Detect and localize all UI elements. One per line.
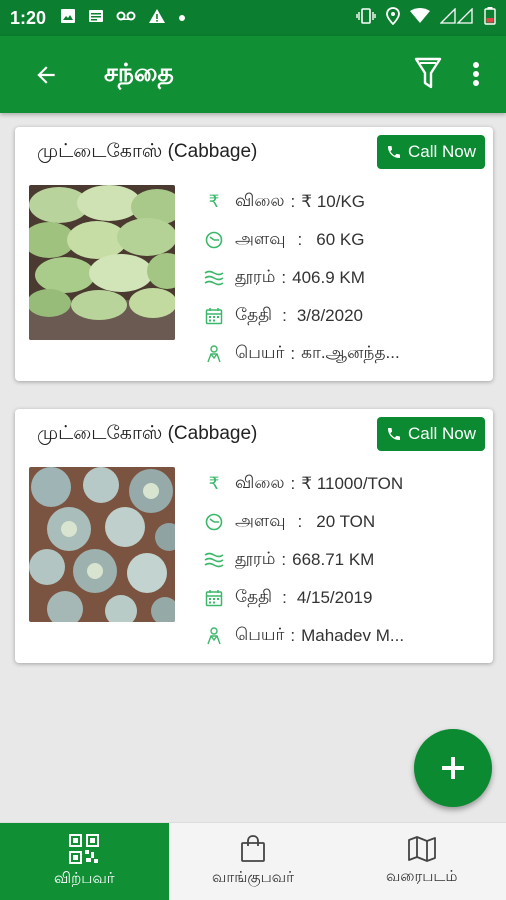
- news-icon: [88, 8, 104, 29]
- calendar-icon: [201, 589, 227, 607]
- plus-icon: [442, 757, 464, 779]
- filter-icon: [414, 57, 442, 89]
- arrow-back-icon: [37, 65, 55, 84]
- date-row: தேதி : 3/8/2020: [201, 297, 400, 335]
- quantity-value: 60 KG: [316, 230, 365, 249]
- filter-button[interactable]: [410, 54, 446, 94]
- location-icon: [386, 7, 400, 29]
- waves-icon: [201, 270, 227, 286]
- distance-label: தூரம்: [235, 267, 276, 286]
- back-button[interactable]: [16, 45, 76, 105]
- calendar-icon: [201, 307, 227, 325]
- shopping-bag-icon: [241, 835, 265, 862]
- call-now-label: Call Now: [407, 142, 477, 161]
- product-image: [29, 185, 175, 340]
- call-now-label: Call Now: [407, 424, 477, 443]
- nav-item-seller[interactable]: விற்பவர்: [0, 823, 169, 900]
- signal-icon: [439, 7, 474, 28]
- distance-row: தூரம் : 406.9 KM: [201, 259, 400, 297]
- listing-card[interactable]: முட்டைகோஸ் (Cabbage) Call Now ₹ விலை: ₹…: [15, 409, 493, 663]
- price-value: ₹ 10/KG: [301, 192, 366, 211]
- phone-icon: [387, 428, 400, 440]
- listing-title: முட்டைகோஸ் (Cabbage): [37, 141, 258, 162]
- product-image: [29, 467, 175, 622]
- distance-row: தூரம் : 668.71 KM: [201, 541, 404, 579]
- quantity-value: 20 TON: [316, 512, 376, 531]
- price-value: ₹ 11000/TON: [301, 474, 404, 493]
- distance-value: 668.71 KM: [292, 550, 375, 569]
- qr-seller-icon: [69, 834, 100, 864]
- quantity-row: அளவு : 60 KG: [201, 221, 400, 259]
- page-title: சந்தை: [104, 58, 174, 87]
- quantity-row: அளவு : 20 TON: [201, 503, 404, 541]
- phone-icon: [387, 146, 400, 158]
- listing-title: முட்டைகோஸ் (Cabbage): [37, 423, 258, 444]
- date-label: தேதி: [235, 587, 273, 606]
- date-value: 3/8/2020: [296, 306, 363, 325]
- clock-icon: [201, 513, 227, 531]
- clock-icon: [201, 231, 227, 249]
- warning-icon: [148, 8, 166, 29]
- add-listing-button[interactable]: [414, 729, 492, 807]
- rupee-icon: ₹: [208, 474, 220, 493]
- waves-icon: [201, 552, 227, 568]
- quantity-label: அளவு: [235, 511, 286, 530]
- bottom-navigation: விற்பவர் வாங்குபவர் வரைபடம்: [0, 822, 506, 900]
- wifi-icon: [410, 8, 430, 28]
- price-label: விலை: [235, 191, 285, 210]
- seller-label: பெயர்: [235, 625, 285, 644]
- date-row: தேதி : 4/15/2019: [201, 579, 404, 617]
- nav-label-map: வரைபடம்: [385, 868, 458, 885]
- call-now-button[interactable]: Call Now: [377, 135, 485, 169]
- seller-row: பெயர் : Mahadev M...: [201, 617, 404, 655]
- distance-label: தூரம்: [235, 549, 276, 568]
- price-row: ₹ விலை : ₹ 10/KG: [201, 183, 400, 221]
- date-value: 4/15/2019: [296, 588, 373, 607]
- seller-label: பெயர்: [235, 343, 285, 362]
- battery-icon: [484, 7, 496, 29]
- vibrate-icon: [356, 8, 376, 28]
- date-label: தேதி: [235, 305, 273, 324]
- farmer-icon: [201, 345, 227, 363]
- seller-row: பெயர் : கா.ஆனந்த...: [201, 335, 400, 373]
- status-bar: 1:20: [0, 0, 506, 36]
- app-bar: சந்தை: [0, 36, 506, 113]
- listing-card[interactable]: முட்டைகோஸ் (Cabbage) Call Now ₹ விலை : ₹…: [15, 127, 493, 381]
- seller-value: கா.ஆனந்த...: [301, 343, 400, 362]
- seller-value: Mahadev M...: [301, 626, 405, 645]
- call-now-button[interactable]: Call Now: [377, 417, 485, 451]
- nav-item-map[interactable]: வரைபடம்: [337, 823, 506, 900]
- distance-value: 406.9 KM: [292, 268, 365, 287]
- voicemail-icon: [116, 9, 136, 27]
- price-row: ₹ விலை : ₹ 11000/TON: [201, 465, 404, 503]
- status-time: 1:20: [10, 7, 47, 28]
- rupee-icon: ₹: [208, 192, 220, 211]
- farmer-icon: [201, 627, 227, 645]
- nav-label-seller: விற்பவர்: [54, 870, 115, 887]
- nav-label-buyer: வாங்குபவர்: [212, 869, 294, 886]
- map-icon: [407, 836, 436, 862]
- nav-item-buyer[interactable]: வாங்குபவர்: [169, 823, 338, 900]
- dot-icon: [178, 9, 186, 27]
- price-label: விலை: [235, 473, 285, 492]
- image-icon: [60, 8, 76, 29]
- quantity-label: அளவு: [235, 229, 286, 248]
- overflow-menu-button[interactable]: [464, 54, 488, 94]
- more-vert-icon: [473, 62, 479, 86]
